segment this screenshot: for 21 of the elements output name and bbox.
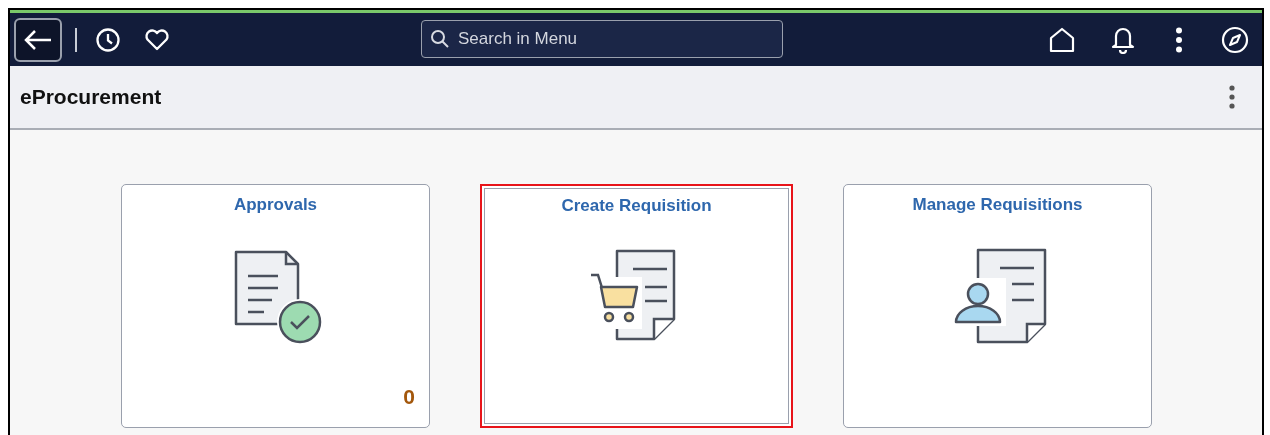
tile-title: Create Requisition [561, 195, 712, 217]
home-icon [1049, 26, 1075, 53]
vertical-dots-icon [1228, 85, 1236, 109]
heart-icon [144, 27, 170, 52]
recent-button[interactable] [94, 25, 122, 54]
navigator-button[interactable] [1220, 24, 1250, 55]
tile-title: Manage Requisitions [912, 194, 1083, 216]
tile[interactable]: Approvals 0 [121, 184, 430, 428]
vertical-dots-icon [1175, 26, 1183, 53]
tile-count: 0 [403, 383, 415, 410]
tile[interactable]: Create Requisition [480, 184, 793, 428]
page-title: eProcurement [20, 84, 162, 111]
bell-icon [1111, 25, 1135, 54]
back-button[interactable] [14, 17, 62, 62]
search-field[interactable]: Search in Menu [421, 20, 783, 58]
back-arrow-icon [23, 28, 53, 51]
clock-icon [95, 26, 121, 53]
tile-title: Approvals [233, 194, 318, 216]
tile[interactable]: Manage Requisitions [843, 184, 1152, 428]
search-icon [430, 29, 450, 49]
compass-icon [1221, 25, 1249, 54]
